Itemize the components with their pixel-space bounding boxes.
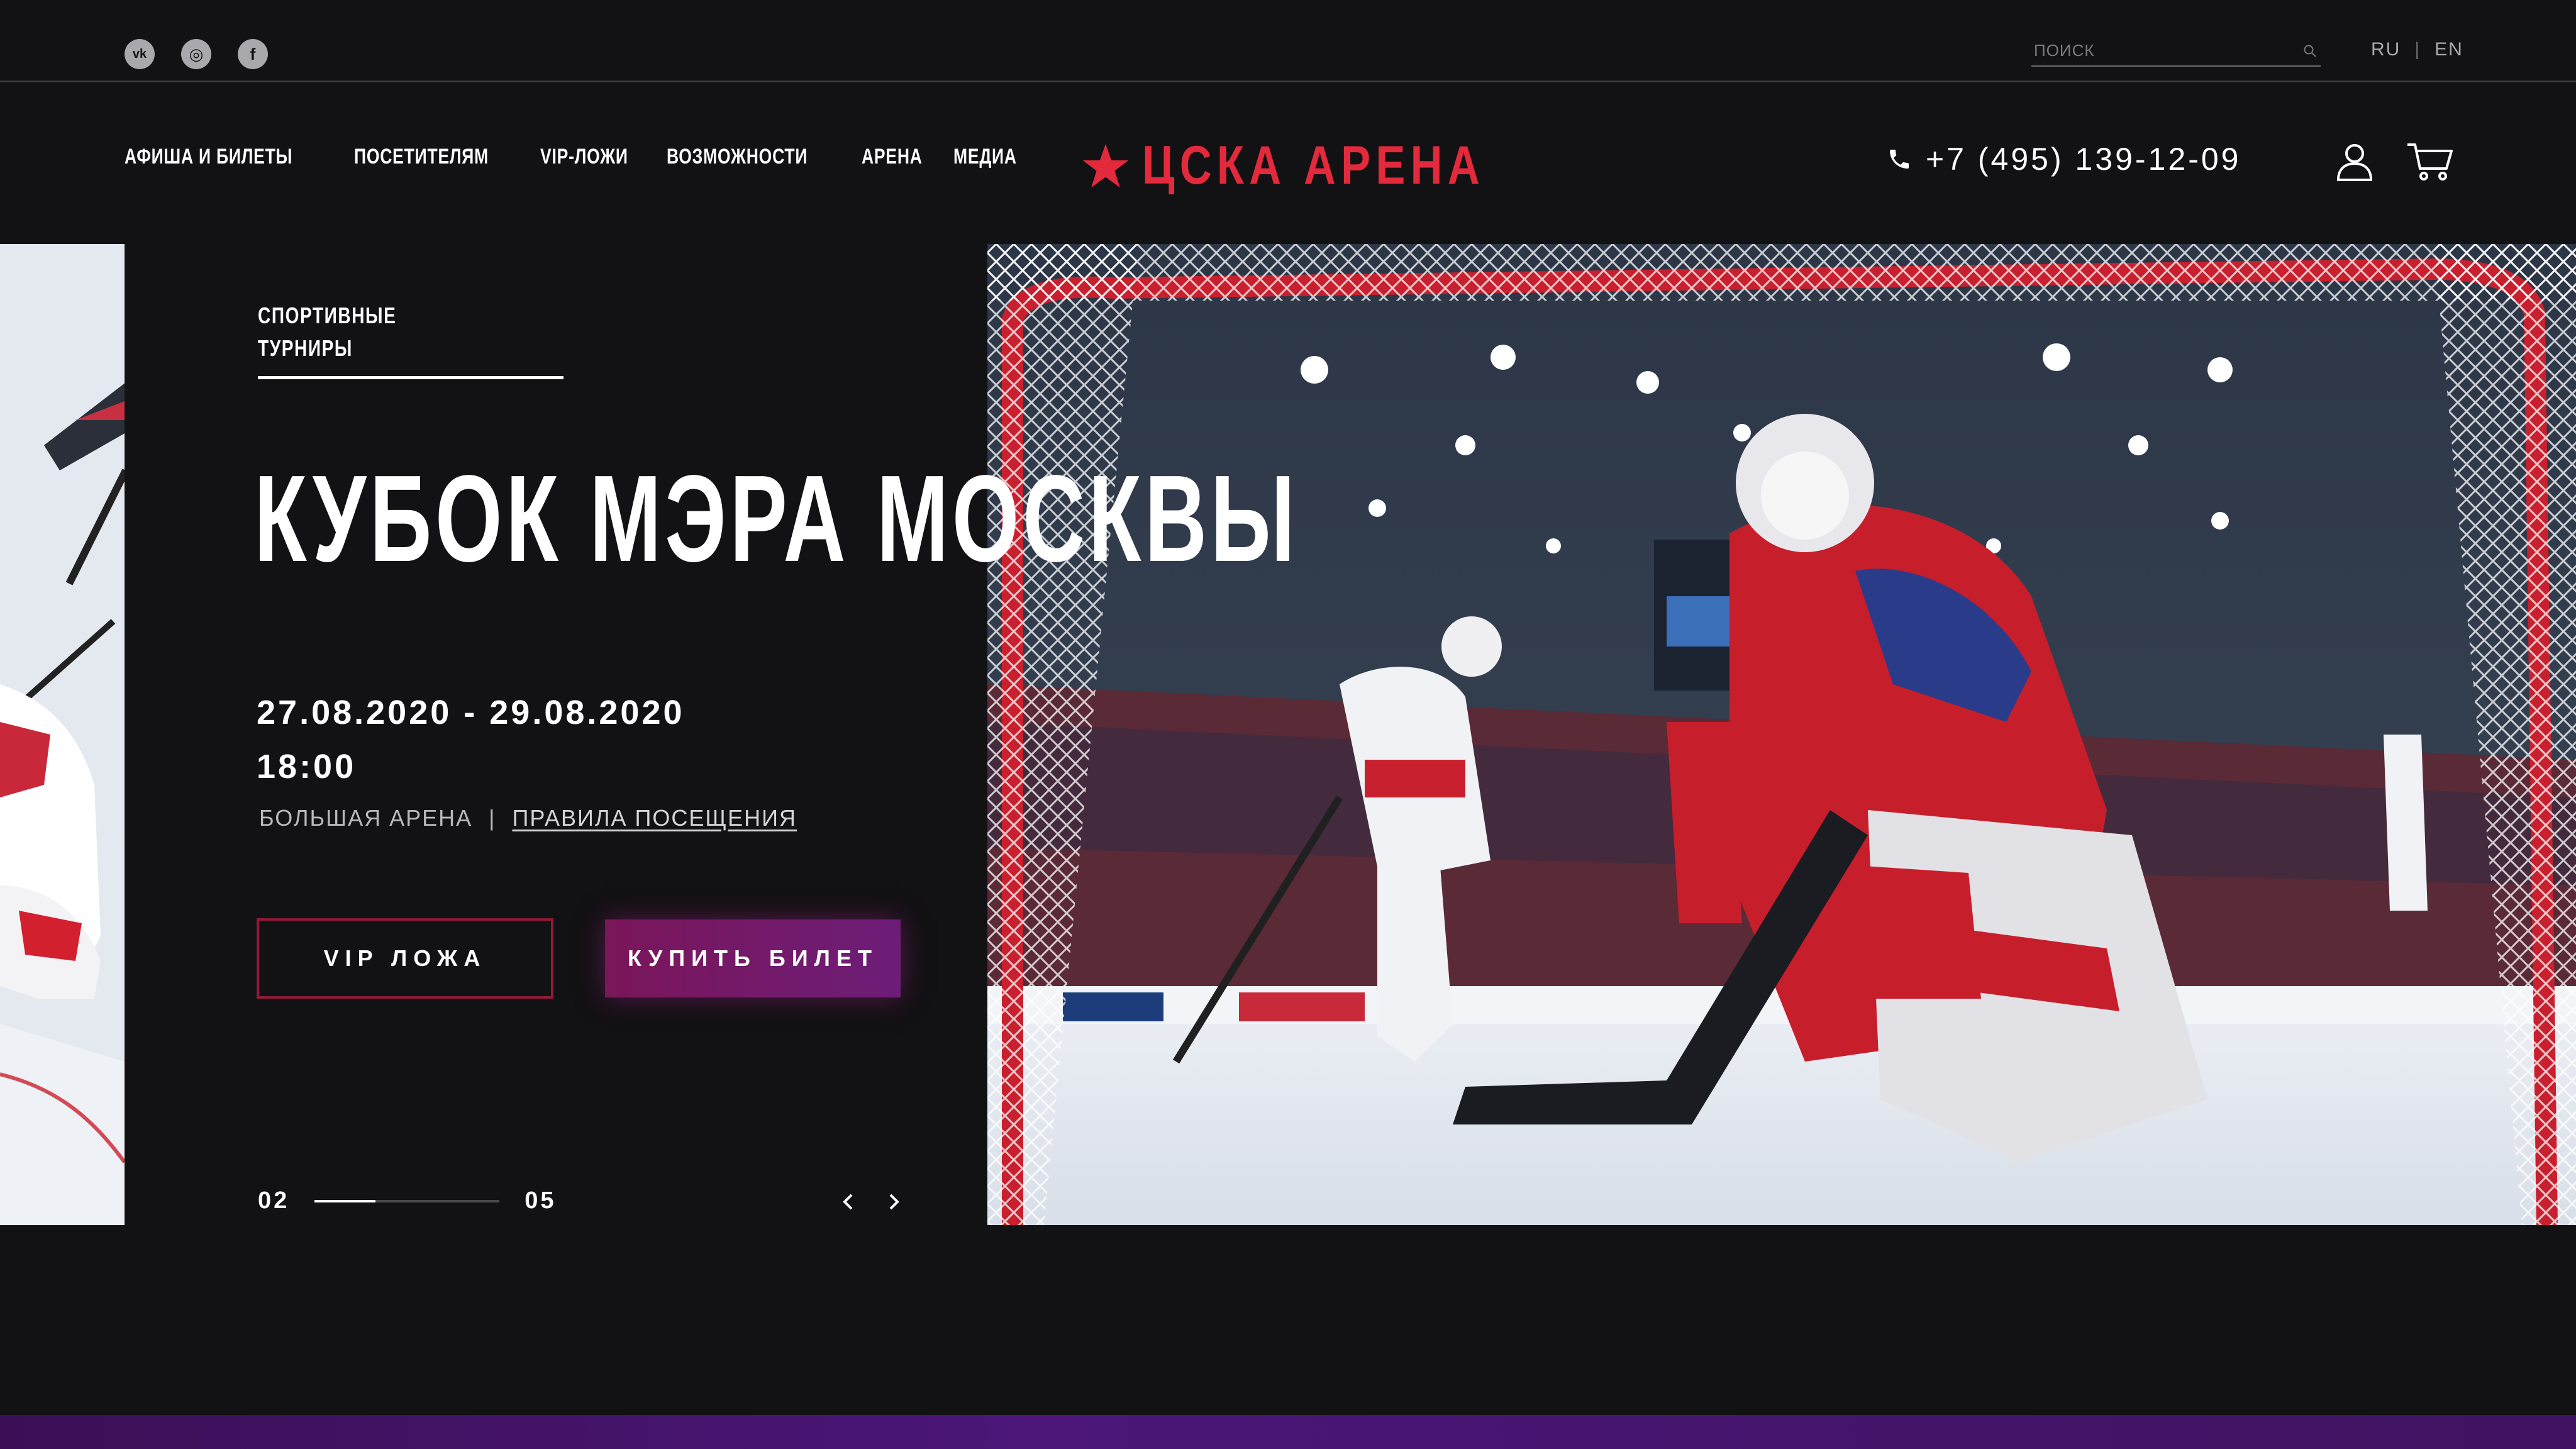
event-dates: 27.08.2020 - 29.08.2020 (257, 694, 685, 731)
event-title: КУБОК МЭРА МОСКВЫ (254, 450, 1299, 587)
venue-name: БОЛЬШАЯ АРЕНА (259, 805, 473, 831)
hockey-goalie-photo (987, 244, 2576, 1225)
slide-progress-fill (314, 1199, 376, 1202)
slide-total: 05 (525, 1187, 557, 1214)
category-line-2: ТУРНИРЫ (258, 335, 353, 361)
slide-counter: 02 05 (258, 1187, 557, 1214)
nav-item-vip[interactable]: VIP-ЛОЖИ (540, 145, 628, 169)
search-input[interactable] (2031, 38, 2285, 63)
logo-text: ЦСКА АРЕНА (1142, 135, 1485, 196)
bottom-gradient-strip (0, 1415, 2576, 1449)
chevron-right-icon[interactable] (883, 1187, 906, 1216)
main-nav: АФИША И БИЛЕТЫ ПОСЕТИТЕЛЯМ VIP-ЛОЖИ ВОЗМ… (125, 145, 1016, 169)
social-links: vk ◎ f (125, 39, 268, 69)
lang-en[interactable]: EN (2434, 39, 2463, 60)
vip-box-button[interactable]: VIP ЛОЖА (257, 918, 553, 999)
search-icon[interactable] (2303, 44, 2317, 58)
event-category: СПОРТИВНЫЕ ТУРНИРЫ (258, 299, 564, 379)
lang-ru[interactable]: RU (2371, 39, 2401, 60)
hero-photo (987, 244, 2576, 1225)
nav-item-tickets[interactable]: АФИША И БИЛЕТЫ (125, 145, 292, 169)
previous-slide-photo[interactable] (0, 244, 125, 1225)
user-icon[interactable] (2334, 141, 2375, 181)
lang-separator: | (2414, 39, 2421, 60)
phone-icon (1890, 150, 1909, 169)
event-time: 18:00 (257, 748, 357, 786)
hockey-photo-left (0, 244, 125, 1225)
event-date-time: 27.08.2020 - 29.08.2020 18:00 (257, 686, 685, 794)
buy-ticket-button[interactable]: КУПИТЬ БИЛЕТ (605, 919, 901, 997)
nav-item-opportunities[interactable]: ВОЗМОЖНОСТИ (667, 145, 808, 169)
venue-separator: | (489, 805, 496, 831)
instagram-icon[interactable]: ◎ (181, 39, 211, 69)
search-box (2031, 38, 2321, 67)
star-icon (1082, 143, 1129, 187)
logo[interactable]: ЦСКА АРЕНА (1082, 135, 1560, 197)
category-line-1: СПОРТИВНЫЕ (258, 303, 397, 328)
slide-current: 02 (258, 1187, 290, 1214)
chevron-left-icon[interactable] (836, 1187, 859, 1216)
nav-item-arena[interactable]: АРЕНА (862, 145, 923, 169)
language-switcher: RU | EN (2371, 39, 2463, 60)
phone-contact[interactable]: +7 (495) 139-12-09 (1887, 141, 2241, 177)
visit-rules-link[interactable]: ПРАВИЛА ПОСЕЩЕНИЯ (512, 805, 797, 831)
slide-progress-bar (314, 1199, 500, 1202)
phone-number[interactable]: +7 (495) 139-12-09 (1926, 141, 2241, 177)
nav-item-media[interactable]: МЕДИА (953, 145, 1017, 169)
top-bar: vk ◎ f RU | EN (0, 0, 2576, 82)
vk-icon[interactable]: vk (125, 39, 155, 69)
venue-line: БОЛЬШАЯ АРЕНА | ПРАВИЛА ПОСЕЩЕНИЯ (259, 805, 797, 831)
nav-item-visitors[interactable]: ПОСЕТИТЕЛЯМ (354, 145, 489, 169)
cart-icon[interactable] (2406, 141, 2454, 181)
facebook-icon[interactable]: f (238, 39, 268, 69)
